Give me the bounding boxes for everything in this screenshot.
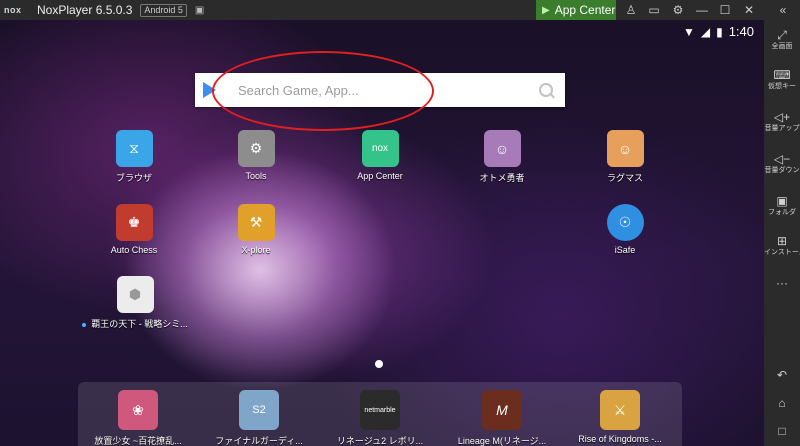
more-icon: ··· bbox=[776, 276, 788, 290]
clock: 1:40 bbox=[728, 24, 754, 39]
app-label: オトメ勇者 bbox=[479, 173, 525, 183]
app-haou-no-tenka[interactable]: ⬢ 覇王の天下 - 戦略シミ... bbox=[80, 276, 190, 330]
app-center-label: App Center bbox=[554, 3, 616, 17]
sidebar-label: 音量アップ bbox=[764, 125, 800, 132]
nox-sidebar: ⤢ 全画面 ⌨ 仮想キー ◁+ 音量アップ ◁− 音量ダウン ▣ フォルダ ⊞ … bbox=[764, 20, 800, 446]
app-otome-yusha[interactable]: ☺ オトメ勇者 bbox=[457, 130, 547, 184]
app-label: 覇王の天下 - 戦略シミ... bbox=[91, 319, 188, 329]
sidebar-install[interactable]: ⊞ インストール bbox=[764, 234, 800, 257]
haou-no-tenka-icon: ⬢ bbox=[116, 276, 154, 313]
nox-logo: nox bbox=[4, 5, 22, 15]
sidebar-fullscreen[interactable]: ⤢ 全画面 bbox=[764, 28, 800, 51]
close-icon[interactable]: ✕ bbox=[738, 0, 760, 20]
minimize-icon[interactable]: — bbox=[691, 0, 713, 20]
play-store-icon: ▶ bbox=[542, 4, 550, 16]
app-ragmas[interactable]: ☺ ラグマス bbox=[580, 130, 670, 184]
red-annotation-circle bbox=[212, 51, 434, 131]
sidebar-label: フォルダ bbox=[768, 209, 796, 216]
android-screen[interactable]: ▼ ◢ ▮ 1:40 Search Game, App... ⧖ ブラウザ ⚙ … bbox=[0, 20, 764, 446]
android-version-badge: Android 5 bbox=[140, 3, 187, 17]
final-guardian-icon: S2 bbox=[239, 390, 279, 430]
app-x-plore[interactable]: ⚒ X-plore bbox=[211, 204, 301, 255]
browser-icon: ⧖ bbox=[115, 130, 153, 167]
settings-icon[interactable]: ⚙ bbox=[667, 0, 689, 20]
dock-app-houchi-shoujo[interactable]: ❀ 放置少女 ~百花撩乱... bbox=[93, 390, 183, 446]
rise-of-kingdoms-icon: ⚔ bbox=[600, 390, 640, 430]
isafe-icon: ☉ bbox=[606, 204, 644, 241]
otome-yusha-icon: ☺ bbox=[483, 130, 521, 167]
page-indicator bbox=[375, 360, 383, 368]
fullscreen-icon: ⤢ bbox=[777, 28, 787, 42]
app-center-button[interactable]: ▶ App Center bbox=[536, 0, 616, 20]
app-label: リネージュ2 レボリ... bbox=[336, 436, 424, 446]
app-label: App Center bbox=[357, 171, 403, 181]
lineage2-revolution-icon: netmarble bbox=[360, 390, 400, 430]
back-icon: ↶ bbox=[776, 368, 788, 382]
app-label-row: 覇王の天下 - 戦略シミ... bbox=[80, 317, 190, 330]
recent-apps-icon: □ bbox=[778, 424, 786, 438]
x-plore-icon: ⚒ bbox=[237, 204, 275, 241]
signal-icon: ◢ bbox=[700, 24, 711, 39]
collapse-sidebar-icon[interactable]: « bbox=[772, 0, 794, 20]
battery-icon: ▮ bbox=[716, 24, 723, 39]
app-label: ブラウザ bbox=[115, 173, 152, 183]
maximize-icon[interactable]: ☐ bbox=[714, 0, 736, 20]
minimize-window-icon[interactable]: ▭ bbox=[643, 0, 665, 20]
dock-app-final-guardian[interactable]: S2 ファイナルガーディ... bbox=[211, 390, 307, 446]
tools-folder-icon: ⚙ bbox=[237, 130, 275, 167]
new-app-dot bbox=[82, 322, 87, 327]
sidebar-home[interactable]: ⌂ bbox=[764, 396, 800, 410]
app-browser[interactable]: ⧖ ブラウザ bbox=[89, 130, 179, 184]
wifi-icon: ▼ bbox=[682, 24, 695, 39]
title-bar: nox NoxPlayer 6.5.0.3 Android 5 ▣ ▶ App … bbox=[0, 0, 800, 20]
app-auto-chess[interactable]: ♚ Auto Chess bbox=[89, 204, 179, 255]
home-icon: ⌂ bbox=[778, 396, 786, 410]
sidebar-label: 仮想キー bbox=[768, 83, 796, 90]
app-label: X-plore bbox=[241, 245, 271, 255]
app-label: Lineage M(リネージ... bbox=[457, 436, 547, 446]
install-icon: ⊞ bbox=[776, 234, 788, 248]
app-isafe[interactable]: ☉ iSafe bbox=[580, 204, 670, 255]
app-label: Auto Chess bbox=[110, 245, 158, 255]
sidebar-label: 音量ダウン bbox=[764, 167, 800, 174]
dock: ❀ 放置少女 ~百花撩乱... S2 ファイナルガーディ... netmarbl… bbox=[78, 382, 682, 446]
app-label: iSafe bbox=[614, 245, 636, 255]
app-tools[interactable]: ⚙ Tools bbox=[211, 130, 301, 181]
status-bar: ▼ ◢ ▮ 1:40 bbox=[683, 24, 754, 39]
sidebar-label: 全画面 bbox=[771, 43, 793, 50]
app-app-center[interactable]: nox App Center bbox=[335, 130, 425, 181]
ragmas-icon: ☺ bbox=[606, 130, 644, 167]
app-label: Tools bbox=[245, 171, 267, 181]
dock-app-lineage2-revolution[interactable]: netmarble リネージュ2 レボリ... bbox=[330, 390, 430, 446]
folder-icon: ▣ bbox=[776, 194, 788, 208]
sidebar-folder[interactable]: ▣ フォルダ bbox=[764, 194, 800, 217]
sidebar-back[interactable]: ↶ bbox=[764, 368, 800, 382]
dock-app-lineage-m[interactable]: M Lineage M(リネージ... bbox=[452, 390, 552, 446]
app-label: Rise of Kingdoms -... bbox=[578, 434, 662, 444]
volume-down-icon: ◁− bbox=[773, 152, 791, 166]
virtual-key-icon: ⌨ bbox=[773, 68, 791, 82]
dock-app-rise-of-kingdoms[interactable]: ⚔ Rise of Kingdoms -... bbox=[570, 390, 670, 444]
app-center-icon: nox bbox=[361, 130, 399, 167]
sidebar-label: インストール bbox=[764, 249, 800, 256]
sidebar-recent-apps[interactable]: □ bbox=[764, 424, 800, 438]
volume-up-icon: ◁+ bbox=[773, 110, 791, 124]
shirt-icon[interactable]: ♙ bbox=[620, 0, 642, 20]
lineage-m-icon: M bbox=[482, 390, 522, 430]
app-label: ラグマス bbox=[606, 173, 643, 183]
search-icon[interactable] bbox=[539, 83, 553, 97]
sidebar-volume-up[interactable]: ◁+ 音量アップ bbox=[764, 110, 800, 133]
app-label: 放置少女 ~百花撩乱... bbox=[94, 436, 182, 446]
app-label: ファイナルガーディ... bbox=[215, 436, 303, 446]
sidebar-more[interactable]: ··· bbox=[764, 276, 800, 290]
houchi-shoujo-icon: ❀ bbox=[118, 390, 158, 430]
auto-chess-icon: ♚ bbox=[115, 204, 153, 241]
sidebar-virtual-key[interactable]: ⌨ 仮想キー bbox=[764, 68, 800, 91]
screenshot-icon[interactable]: ▣ bbox=[195, 5, 204, 16]
sidebar-volume-down[interactable]: ◁− 音量ダウン bbox=[764, 152, 800, 175]
app-title: NoxPlayer 6.5.0.3 bbox=[37, 3, 133, 17]
